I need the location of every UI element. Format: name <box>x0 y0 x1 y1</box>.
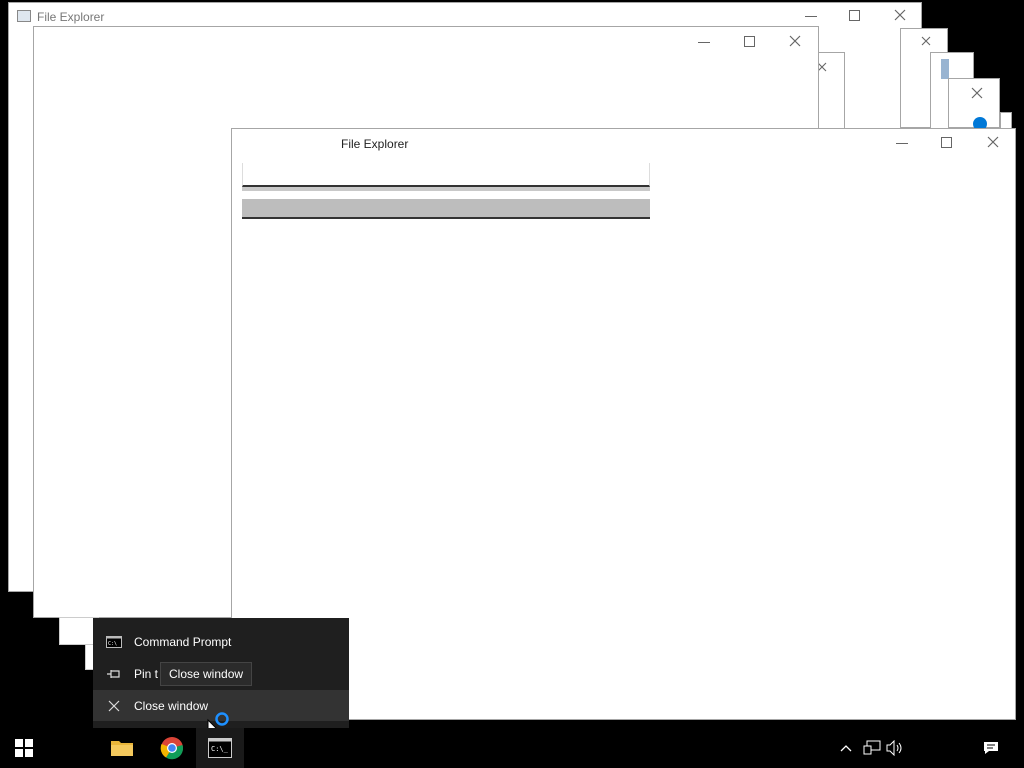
start-button[interactable] <box>0 728 48 768</box>
tooltip: Close window <box>160 662 253 686</box>
jumplist-item-label: Command Prompt <box>134 634 232 649</box>
minimize-button[interactable] <box>896 143 908 144</box>
maximize-button[interactable] <box>941 137 952 148</box>
close-button[interactable] <box>971 87 983 99</box>
tray-network-icon[interactable] <box>860 728 884 768</box>
close-button[interactable] <box>987 136 999 148</box>
svg-text:C:\_: C:\_ <box>211 745 229 753</box>
close-button[interactable] <box>921 36 931 46</box>
stacked-dialog-3[interactable] <box>948 78 1000 131</box>
content-panel <box>242 163 650 187</box>
minimize-button[interactable] <box>698 42 710 43</box>
window-title: File Explorer <box>341 137 409 151</box>
divider-bar <box>242 187 650 191</box>
action-center-icon[interactable] <box>976 728 1006 768</box>
progress-bar <box>242 199 650 219</box>
taskbar: C:\_ <box>0 728 1024 768</box>
close-button[interactable] <box>789 35 801 47</box>
cmd-icon: C:\_ <box>208 738 232 758</box>
pin-icon <box>93 668 134 680</box>
selection-marker <box>941 59 949 79</box>
jumplist-item-label: Close window <box>134 698 209 713</box>
jumplist-item-label: Pin t <box>134 666 159 681</box>
chrome-icon <box>160 737 184 760</box>
cmd-icon: C:\ <box>93 635 134 648</box>
explorer-icon <box>17 10 31 22</box>
jumplist-item-command-prompt[interactable]: C:\ Command Prompt <box>93 626 349 657</box>
windows-logo-icon <box>15 739 33 757</box>
minimize-button[interactable] <box>805 16 817 17</box>
tray-volume-icon[interactable] <box>884 728 906 768</box>
svg-text:C:\: C:\ <box>108 641 117 647</box>
window-title: File Explorer <box>37 10 105 24</box>
folder-icon <box>111 741 133 756</box>
tray-chevron-up-icon[interactable] <box>836 728 856 768</box>
taskbar-command-prompt[interactable]: C:\_ <box>196 728 244 768</box>
taskbar-file-explorer[interactable] <box>98 728 146 768</box>
taskbar-chrome[interactable] <box>148 728 196 768</box>
close-icon <box>93 700 134 712</box>
maximize-button[interactable] <box>849 10 860 21</box>
close-button[interactable] <box>894 9 906 21</box>
maximize-button[interactable] <box>744 36 755 47</box>
